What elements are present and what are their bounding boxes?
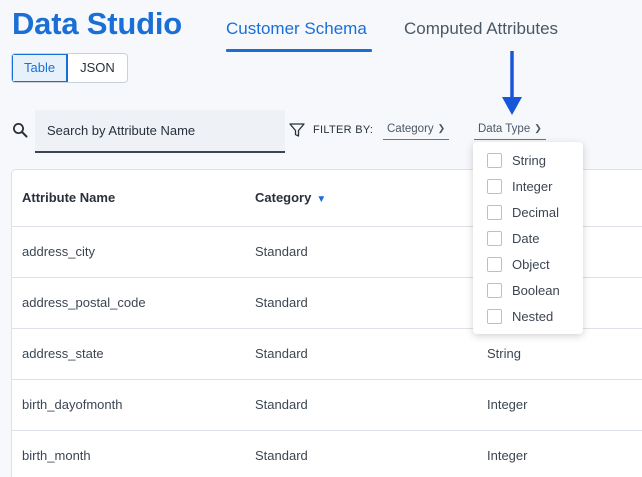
row-divider [12, 430, 642, 431]
row-divider [12, 379, 642, 380]
option-label: Date [512, 230, 540, 246]
filter-by-label: FILTER BY: [313, 124, 374, 136]
table-view-button[interactable]: Table [12, 54, 69, 82]
checkbox[interactable] [487, 152, 502, 168]
option-label: Object [512, 256, 550, 272]
data-type-option-decimal[interactable]: Decimal [487, 202, 559, 222]
search-field [35, 110, 285, 153]
data-type-option-nested[interactable]: Nested [487, 306, 553, 326]
search-icon [13, 123, 28, 138]
category-filter-label: Category [387, 123, 434, 135]
category-cell: Standard [255, 295, 308, 310]
checkbox[interactable] [487, 204, 502, 220]
data-type-cell: String [487, 346, 521, 361]
data-type-filter-label: Data Type [478, 123, 531, 135]
category-cell: Standard [255, 346, 308, 361]
option-label: Integer [512, 178, 553, 194]
checkbox[interactable] [487, 308, 502, 324]
data-type-option-string[interactable]: String [487, 150, 546, 170]
attribute-name-cell: address_postal_code [22, 295, 146, 310]
category-cell: Standard [255, 244, 308, 259]
checkbox[interactable] [487, 256, 502, 272]
data-type-option-boolean[interactable]: Boolean [487, 280, 560, 300]
filter-icon [289, 123, 305, 137]
data-type-option-date[interactable]: Date [487, 228, 539, 248]
data-type-option-integer[interactable]: Integer [487, 176, 552, 196]
checkbox[interactable] [487, 230, 502, 246]
search-input[interactable] [35, 110, 285, 151]
chevron-down-icon: ❯ [437, 123, 446, 133]
option-label: Decimal [512, 204, 559, 220]
category-filter-dropdown[interactable]: Category ❯ [383, 120, 450, 140]
option-label: Nested [512, 308, 554, 324]
category-cell: Standard [255, 397, 308, 412]
column-header-attribute-name[interactable]: Attribute Name [22, 190, 115, 205]
data-type-cell: Integer [487, 397, 528, 412]
checkbox[interactable] [487, 282, 502, 298]
tab-computed-attributes[interactable]: Computed Attributes [404, 19, 558, 39]
data-type-cell: Integer [487, 448, 528, 463]
attribute-name-cell: address_city [22, 244, 95, 259]
json-view-button[interactable]: JSON [68, 54, 127, 82]
app-title: Data Studio [12, 6, 183, 41]
option-label: String [512, 152, 546, 168]
column-header-category-label: Category [255, 190, 312, 205]
active-tab-indicator [226, 49, 372, 52]
view-toggle: Table JSON [11, 53, 128, 83]
category-cell: Standard [255, 448, 308, 463]
attribute-name-cell: address_state [22, 346, 104, 361]
option-label: Boolean [512, 282, 560, 298]
sort-descending-icon: ▼ [316, 194, 327, 205]
attribute-name-cell: birth_dayofmonth [22, 397, 123, 412]
data-type-option-object[interactable]: Object [487, 254, 550, 274]
data-type-menu: String Integer Decimal Date Object Boole… [473, 142, 583, 334]
attribute-name-cell: birth_month [22, 448, 91, 463]
tab-customer-schema[interactable]: Customer Schema [226, 19, 367, 39]
arrow-down-icon [502, 51, 522, 115]
chevron-down-icon: ❯ [534, 123, 542, 133]
data-type-filter-dropdown[interactable]: Data Type ❯ [474, 120, 546, 140]
checkbox[interactable] [487, 178, 502, 194]
column-header-category[interactable]: Category ▼ [255, 190, 326, 205]
